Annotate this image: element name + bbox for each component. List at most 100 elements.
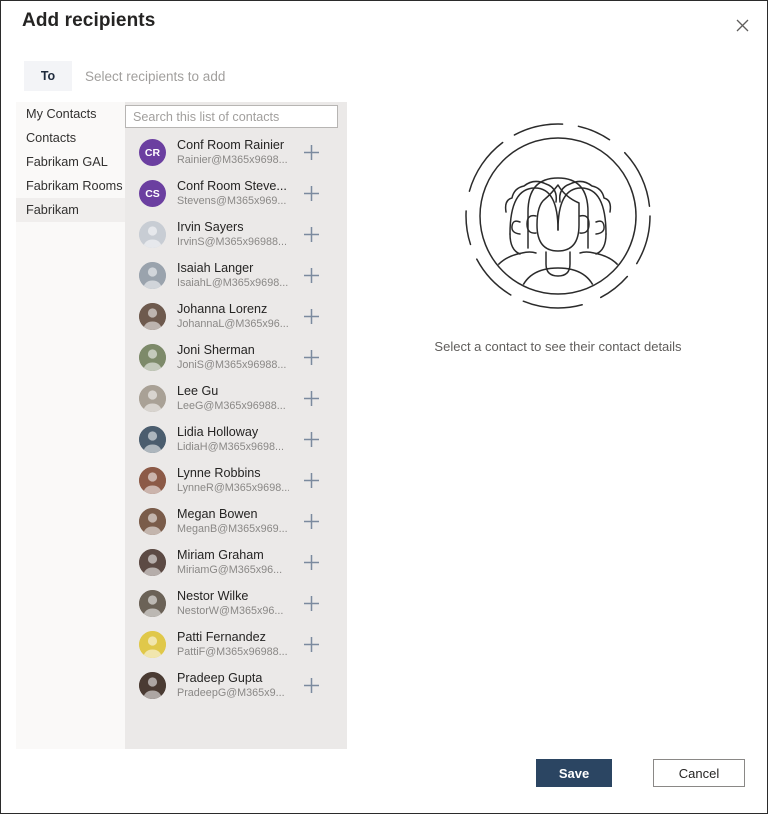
avatar [139,672,166,699]
add-contact-button[interactable] [300,511,322,533]
avatar [139,303,166,330]
plus-icon [303,637,319,652]
avatar-photo [139,590,166,617]
plus-icon [303,227,319,242]
contact-list-item[interactable]: Lidia Holloway LidiaH@M365x9698... [125,419,347,460]
source-item-fabrikam-gal[interactable]: Fabrikam GAL [16,150,125,174]
contact-name: Joni Sherman [177,343,255,357]
plus-icon [303,596,319,611]
add-contact-button[interactable] [300,675,322,697]
add-contact-button[interactable] [300,306,322,328]
avatar-photo [139,631,166,658]
source-item-label: My Contacts [26,107,97,121]
add-contact-button[interactable] [300,224,322,246]
close-icon [736,19,749,32]
avatar [139,631,166,658]
source-item-fabrikam[interactable]: Fabrikam [16,198,125,222]
recipient-field-row: To [24,61,734,91]
avatar [139,426,166,453]
contact-list-item[interactable]: Irvin Sayers IrvinS@M365x96988... [125,214,347,255]
contact-list-item[interactable]: Nestor Wilke NestorW@M365x96... [125,583,347,624]
contact-list-item[interactable]: Johanna Lorenz JohannaL@M365x96... [125,296,347,337]
contacts-list-panel: CRConf Room RainierRainier@M365x9698...C… [125,102,347,749]
contact-name: Lee Gu [177,384,219,398]
add-contact-button[interactable] [300,429,322,451]
add-contact-button[interactable] [300,470,322,492]
contact-email: LidiaH@M365x9698... [177,441,284,453]
contact-list-item[interactable]: Lynne Robbins LynneR@M365x9698... [125,460,347,501]
avatar [139,221,166,248]
recipients-input[interactable] [72,61,734,91]
avatar-photo [139,344,166,371]
avatar: CR [139,139,166,166]
contact-name: Pradeep Gupta [177,671,263,685]
plus-icon [303,473,319,488]
avatar-photo [139,467,166,494]
avatar-photo [139,672,166,699]
contact-name: Megan Bowen [177,507,258,521]
contacts-group-illustration [458,116,658,321]
empty-state-text: Select a contact to see their contact de… [434,339,682,354]
search-input[interactable] [125,105,338,128]
plus-icon [303,145,319,160]
avatar [139,385,166,412]
add-contact-button[interactable] [300,552,322,574]
add-contact-button[interactable] [300,142,322,164]
avatar-initials: CR [144,146,161,159]
contact-text: Conf Room Steve... Stevens@M365x969... [177,179,289,208]
contact-email: LynneR@M365x9698... [177,482,289,494]
source-item-fabrikam-rooms[interactable]: Fabrikam Rooms [16,174,125,198]
contact-name: Miriam Graham [177,548,264,562]
page-title: Add recipients [22,10,156,31]
contact-email: Rainier@M365x9698... [177,154,288,166]
source-item-contacts[interactable]: Contacts [16,126,125,150]
contact-list-item[interactable]: Pradeep Gupta PradeepG@M365x9... [125,665,347,706]
contact-list-item[interactable]: Megan Bowen MeganB@M365x969... [125,501,347,542]
add-contact-button[interactable] [300,265,322,287]
add-contact-button[interactable] [300,347,322,369]
contact-text: Lidia Holloway LidiaH@M365x9698... [177,425,289,454]
plus-icon [303,350,319,365]
contact-list-item[interactable]: Joni Sherman JoniS@M365x96988... [125,337,347,378]
source-item-label: Fabrikam Rooms [26,179,123,193]
avatar: CS [139,180,166,207]
contact-email: PattiF@M365x96988... [177,646,288,658]
contact-text: Lee Gu LeeG@M365x96988... [177,384,289,413]
avatar [139,590,166,617]
cancel-button[interactable]: Cancel [653,759,745,787]
dialog-footer: Save Cancel [1,747,767,813]
avatar-photo [139,221,166,248]
contact-name: Lynne Robbins [177,466,261,480]
contact-list-item[interactable]: Isaiah Langer IsaiahL@M365x9698... [125,255,347,296]
plus-icon [303,391,319,406]
dialog-header: Add recipients [1,1,767,49]
contact-list-item[interactable]: Miriam Graham MiriamG@M365x96... [125,542,347,583]
source-item-label: Contacts [26,131,77,145]
to-pill-button[interactable]: To [24,61,72,91]
add-contact-button[interactable] [300,388,322,410]
contact-email: LeeG@M365x96988... [177,400,286,412]
contact-list-item[interactable]: Patti Fernandez PattiF@M365x96988... [125,624,347,665]
contact-email: JoniS@M365x96988... [177,359,287,371]
save-button[interactable]: Save [536,759,612,787]
contact-name: Conf Room Rainier [177,138,285,152]
avatar [139,262,166,289]
add-contact-button[interactable] [300,634,322,656]
contact-email: MeganB@M365x969... [177,523,288,535]
contact-list-item[interactable]: CR Conf Room Rainier Rainier@M365x9698... [125,132,347,173]
contact-email: IsaiahL@M365x9698... [177,277,289,289]
add-contact-button[interactable] [300,183,322,205]
contact-list[interactable]: CR Conf Room Rainier Rainier@M365x9698... C… [125,132,347,749]
add-recipients-dialog: Add recipients To My Contacts Contacts Fab… [0,0,768,814]
contact-list-item[interactable]: Lee Gu LeeG@M365x96988... [125,378,347,419]
contact-name: Conf Room Steve... [177,179,287,193]
avatar-photo [139,385,166,412]
contact-list-item[interactable]: CS Conf Room Steve... Stevens@M365x969... [125,173,347,214]
plus-icon [303,678,319,693]
close-button[interactable] [726,9,758,41]
plus-icon [303,432,319,447]
avatar [139,508,166,535]
source-item-my-contacts[interactable]: My Contacts [16,102,125,126]
add-contact-button[interactable] [300,593,322,615]
avatar [139,467,166,494]
